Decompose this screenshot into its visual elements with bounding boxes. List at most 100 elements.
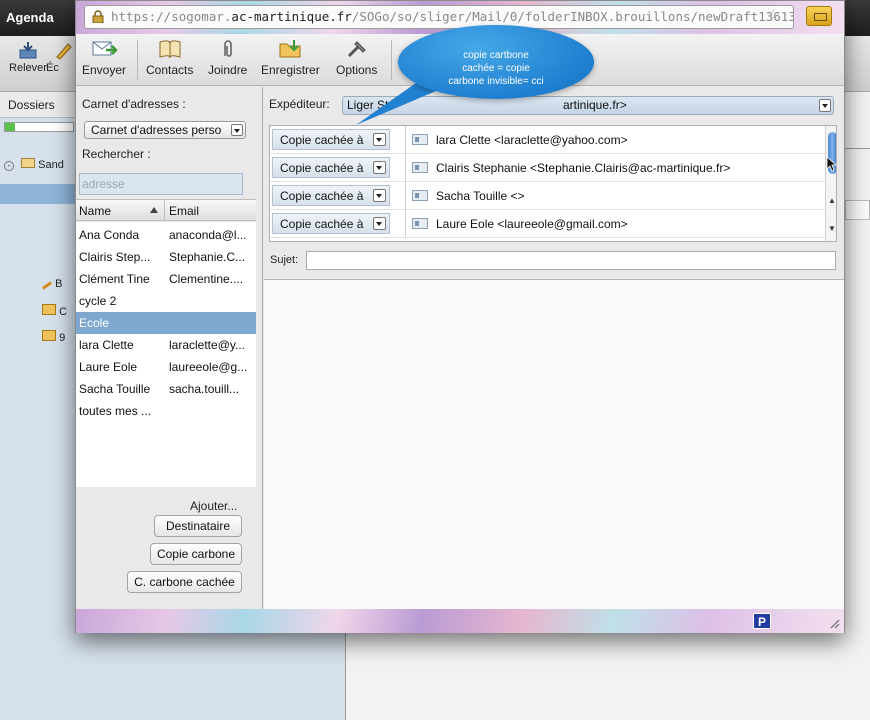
contact-email: Clementine.... — [169, 272, 244, 286]
contact-email: laraclette@y... — [169, 338, 245, 352]
contact-email: sacha.touill... — [169, 382, 240, 396]
ecrire-label: Éc — [46, 62, 59, 74]
recipient-address[interactable]: Laure Eole <laureeole@gmail.com> — [436, 217, 628, 231]
recipient-address[interactable]: Clairis Stephanie <Stephanie.Clairis@ac-… — [436, 161, 730, 175]
send-icon — [92, 41, 118, 56]
contact-card-icon — [412, 218, 428, 229]
contact-row[interactable]: Laure Eole laureeole@g... — [76, 356, 256, 378]
contacts-book-icon — [159, 40, 181, 59]
ajouter-label: Ajouter... — [190, 499, 238, 513]
p-icon[interactable]: P — [753, 613, 771, 629]
contact-row[interactable]: Clément Tine Clementine.... — [76, 268, 256, 290]
dossiers-label: Dossiers — [8, 98, 55, 112]
tooltip-line-3: carbone invisible= cci — [448, 76, 544, 87]
contact-row[interactable]: Sacha Touille sacha.touill... — [76, 378, 256, 400]
address-book-select[interactable]: Carnet d'adresses perso — [84, 121, 246, 139]
copie-carbone-button[interactable]: Copie carbone — [150, 543, 242, 565]
address-book-value: Carnet d'adresses perso — [91, 123, 222, 137]
chevron-down-icon — [819, 99, 831, 112]
releve-label: Relever — [9, 62, 47, 74]
enregistrer-button[interactable]: Enregistrer — [261, 38, 320, 77]
joindre-button[interactable]: Joindre — [208, 38, 247, 77]
scroll-down-icon[interactable]: ▼ — [828, 224, 836, 233]
sort-ascending-icon[interactable] — [150, 207, 158, 213]
search-input[interactable]: adresse — [79, 173, 243, 195]
releve-icon — [19, 42, 37, 59]
contact-row[interactable]: Ecole — [76, 312, 256, 334]
contacts-column-header: Name Email — [76, 199, 256, 221]
contact-name: Laure Eole — [79, 360, 138, 374]
subject-input[interactable] — [306, 251, 836, 270]
recipients-scrollbar[interactable]: ▲ ▼ — [825, 126, 836, 241]
url-domain: ac-martinique.fr — [231, 9, 352, 24]
status-bar: P — [76, 609, 844, 633]
tree-item-label: C — [59, 306, 68, 318]
column-email-header[interactable]: Email — [169, 204, 199, 218]
url-prefix: https://sogomar. — [111, 9, 232, 24]
resize-grip-icon[interactable] — [828, 617, 840, 629]
lock-icon — [92, 10, 104, 23]
recipient-address[interactable]: Sacha Touille <> — [436, 189, 525, 203]
cc-cachee-button[interactable]: C. carbone cachée — [127, 571, 242, 593]
contact-row[interactable]: Clairis Step... Stephanie.C... — [76, 246, 256, 268]
expediteur-value-end: artinique.fr> — [563, 98, 627, 112]
expediteur-label: Expéditeur: — [269, 97, 330, 111]
recipient-type-select[interactable]: Copie cachée à — [272, 157, 390, 178]
chevron-down-icon — [373, 133, 386, 146]
message-body[interactable] — [264, 279, 844, 609]
tree-item-label: B — [55, 278, 63, 290]
tree-item-label: Sand — [38, 159, 64, 171]
toolbar-separator — [137, 40, 138, 80]
scroll-up-icon[interactable]: ▲ — [828, 196, 836, 205]
contact-row[interactable]: cycle 2 — [76, 290, 256, 312]
contact-row[interactable]: lara Clette laraclette@y... — [76, 334, 256, 356]
url-path: /SOGo/so/sliger/Mail/0/folderINBOX.broui… — [351, 9, 794, 24]
ecrire-icon — [56, 43, 72, 60]
recipient-row-partial[interactable] — [270, 238, 825, 241]
save-folder-icon — [279, 40, 301, 58]
contacts-list: Ana Conda anaconda@l... Clairis Step... Ste… — [76, 222, 256, 487]
bookmark-star-icon[interactable]: ☆ — [766, 7, 784, 25]
recipient-type-value: Copie cachée à — [280, 133, 364, 147]
url-field[interactable]: https://sogomar.ac-martinique.fr/SOGo/so… — [84, 5, 794, 29]
contact-name: Ana Conda — [79, 228, 140, 242]
collapse-icon[interactable]: - — [4, 161, 14, 171]
contacts-button[interactable]: Contacts — [146, 38, 193, 77]
mailbox-icon — [21, 158, 36, 168]
contact-name: Clément Tine — [79, 272, 150, 286]
tree-item-sand[interactable]: - Sand — [4, 158, 64, 178]
recipient-row: Copie cachée à Clairis Stephanie <Stephan… — [270, 154, 825, 182]
envoyer-button[interactable]: Envoyer — [82, 38, 126, 77]
tree-item-b[interactable]: B — [42, 278, 62, 298]
tree-item-c[interactable]: C — [42, 304, 67, 324]
ecrire-button[interactable]: Éc — [46, 40, 76, 74]
column-name-header[interactable]: Name — [79, 204, 111, 218]
recipient-type-value: Copie cachée à — [280, 161, 364, 175]
rss-icon[interactable] — [806, 6, 832, 26]
recipient-type-value: Copie cachée à — [280, 189, 364, 203]
recipient-type-select[interactable]: Copie cachée à — [272, 129, 390, 150]
destinataire-button[interactable]: Destinataire — [154, 515, 242, 537]
contact-name: Clairis Step... — [79, 250, 151, 264]
contact-name: Ecole — [79, 316, 110, 330]
contact-row[interactable]: Ana Conda anaconda@l... — [76, 224, 256, 246]
contact-row[interactable]: toutes mes ... — [76, 400, 256, 422]
address-book-pane: Carnet d'adresses : Carnet d'adresses pe… — [76, 87, 263, 609]
tree-item-9[interactable]: 9 — [42, 330, 65, 350]
column-divider[interactable] — [164, 200, 165, 220]
sujet-label: Sujet: — [270, 254, 299, 266]
recipient-type-select[interactable]: Copie cachée à — [272, 185, 390, 206]
agenda-label[interactable]: Agenda — [6, 10, 54, 25]
recipient-divider — [405, 154, 406, 182]
toolbar-separator — [391, 40, 392, 80]
pencil-icon — [42, 281, 52, 290]
recipient-type-select[interactable]: Copie cachée à — [272, 213, 390, 234]
composer-pane: Expéditeur: Liger St artinique.fr> Copie… — [264, 87, 844, 609]
contact-email: anaconda@l... — [169, 228, 247, 242]
contact-name: toutes mes ... — [79, 404, 152, 418]
options-button[interactable]: Options — [336, 38, 377, 77]
chevron-down-icon — [231, 124, 243, 136]
contact-email: laureeole@g... — [169, 360, 248, 374]
recipient-address[interactable]: lara Clette <laraclette@yahoo.com> — [436, 133, 628, 147]
rechercher-label: Rechercher : — [82, 147, 151, 161]
